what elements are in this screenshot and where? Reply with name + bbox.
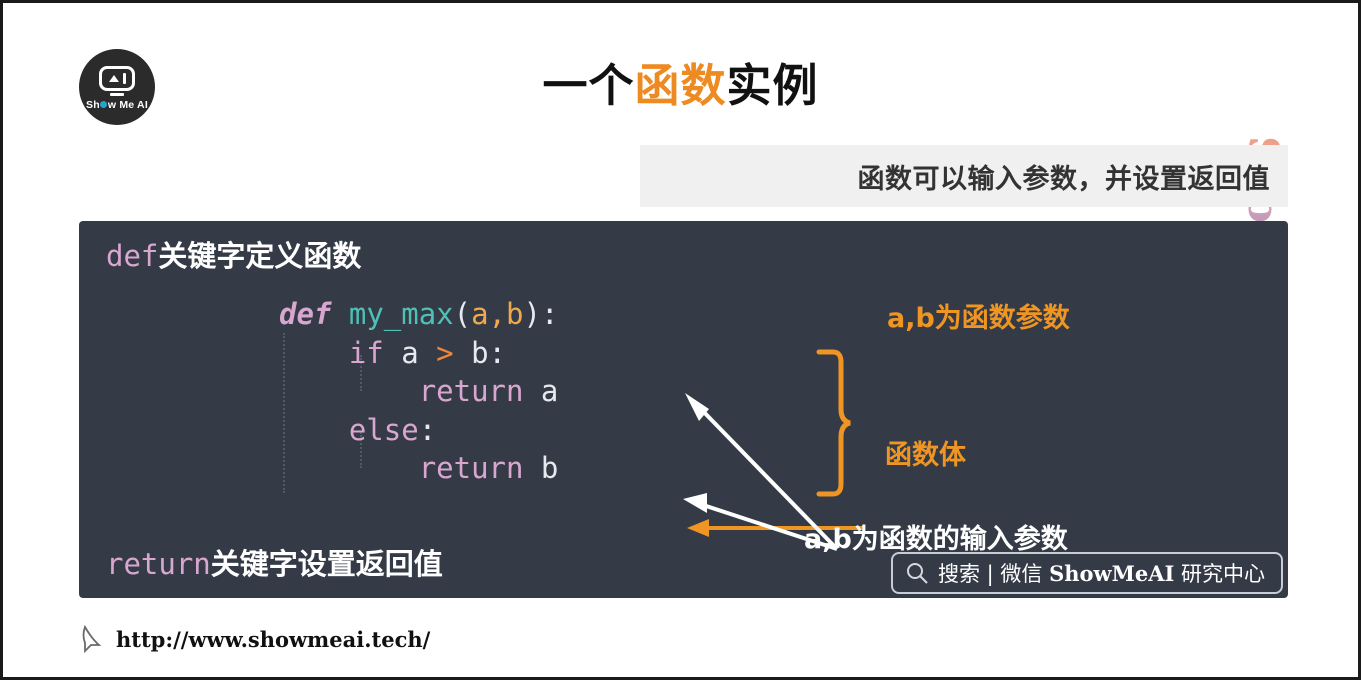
footer: http://www.showmeai.tech/ — [81, 625, 430, 653]
title-part-0: 一个 — [542, 59, 635, 112]
code-panel-header-keyword: def — [106, 239, 159, 273]
code-line: def my_max(a,b): — [279, 297, 559, 331]
slide-canvas: Sh w Me AI 一个函数实例 ShowMeAI 函数可以输入参数，并设置返… — [0, 0, 1361, 680]
callout-banner: 函数可以输入参数，并设置返回值 — [640, 145, 1288, 207]
title-part-2: 实例 — [726, 59, 819, 112]
code-line: else: — [348, 412, 437, 447]
code-block: def my_max(a,b): if a > b: return a else… — [279, 295, 558, 488]
code-panel-header-rest: 关键字定义函数 — [158, 239, 362, 273]
search-pill-label: 搜索 | 微信 — [938, 562, 1050, 586]
code-line: return a — [418, 374, 559, 408]
code-panel-footer-rest: 关键字设置返回值 — [210, 547, 443, 581]
cursor-pointer-icon — [82, 625, 102, 653]
annotation-inputs-note: a,b为函数的输入参数 — [804, 524, 1068, 555]
annotation-params-note: a,b为函数参数 — [887, 303, 1070, 334]
code-panel: def关键字定义函数 def my_max(a,b): if a > b: re… — [79, 221, 1288, 598]
search-pill-suffix: 研究中心 — [1174, 562, 1266, 586]
search-pill[interactable]: 搜索 | 微信 ShowMeAI 研究中心 — [891, 552, 1283, 594]
search-pill-brand: ShowMeAI — [1049, 561, 1175, 586]
footer-url[interactable]: http://www.showmeai.tech/ — [116, 627, 430, 652]
code-panel-header: def关键字定义函数 — [106, 233, 361, 275]
title-part-1: 函数 — [634, 59, 727, 112]
code-panel-footer-keyword: return — [106, 547, 211, 581]
code-line: return b — [418, 451, 559, 485]
annotation-body-note: 函数体 — [885, 440, 966, 471]
callout-banner-text: 函数可以输入参数，并设置返回值 — [857, 163, 1270, 195]
code-panel-footer: return关键字设置返回值 — [106, 541, 443, 583]
page-title: 一个函数实例 — [3, 49, 1358, 114]
search-icon — [907, 563, 928, 584]
code-line: if a > b: — [348, 335, 507, 370]
search-pill-text: 搜索 | 微信 ShowMeAI 研究中心 — [938, 558, 1265, 588]
